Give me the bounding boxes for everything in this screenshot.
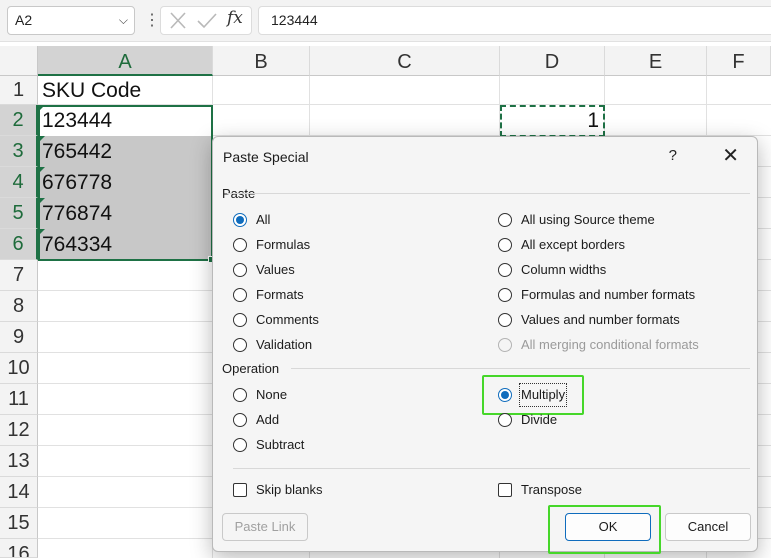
cancel-x-icon[interactable] <box>167 7 189 34</box>
radio-icon[interactable] <box>233 388 247 402</box>
selection-border <box>38 105 213 261</box>
formula-bar: A2 ⌵ ⋮ fx 123444 <box>0 0 771 42</box>
radio-icon[interactable] <box>498 313 512 327</box>
row-header-12[interactable]: 12 <box>0 415 38 446</box>
row-header-4[interactable]: 4 <box>0 167 38 198</box>
paste-option-formulas-number-formats[interactable]: Formulas and number formats <box>498 285 695 305</box>
row-header-3[interactable]: 3 <box>0 136 38 167</box>
dialog-title: Paste Special <box>223 149 309 165</box>
radio-icon[interactable] <box>233 238 247 252</box>
checkmark-icon[interactable] <box>195 7 219 34</box>
paste-option-values-number-formats[interactable]: Values and number formats <box>498 310 680 330</box>
name-box-value: A2 <box>15 12 33 28</box>
cell-a1[interactable]: SKU Code <box>38 76 213 105</box>
paste-option-formats[interactable]: Formats <box>233 285 304 305</box>
name-box[interactable]: A2 ⌵ <box>7 6 135 35</box>
radio-icon[interactable] <box>498 213 512 227</box>
paste-option-except-borders[interactable]: All except borders <box>498 235 625 255</box>
operation-option-none[interactable]: None <box>233 385 287 405</box>
radio-icon[interactable] <box>233 338 247 352</box>
column-header-e[interactable]: E <box>605 46 707 76</box>
paste-link-button: Paste Link <box>222 513 308 541</box>
ok-button[interactable]: OK <box>565 513 651 541</box>
radio-icon[interactable] <box>498 288 512 302</box>
column-header-f[interactable]: F <box>707 46 771 76</box>
column-header-b[interactable]: B <box>213 46 310 76</box>
radio-checked-icon[interactable] <box>233 213 247 227</box>
cancel-button[interactable]: Cancel <box>665 513 751 541</box>
row-header-16[interactable]: 16 <box>0 539 38 558</box>
paste-option-column-widths[interactable]: Column widths <box>498 260 606 280</box>
operation-option-subtract[interactable]: Subtract <box>233 435 304 455</box>
radio-icon[interactable] <box>498 238 512 252</box>
close-icon[interactable]: ✕ <box>722 143 739 168</box>
copy-marquee <box>500 105 605 137</box>
checkbox-icon[interactable] <box>498 483 512 497</box>
paste-special-dialog: Paste Special ? ✕ Paste All Formulas Val… <box>212 136 758 554</box>
formula-actions: fx <box>160 6 252 35</box>
row-header-13[interactable]: 13 <box>0 446 38 477</box>
operation-option-multiply[interactable]: Multiply <box>498 383 568 407</box>
row-header-8[interactable]: 8 <box>0 291 38 322</box>
paste-option-source-theme[interactable]: All using Source theme <box>498 210 655 230</box>
column-header-a[interactable]: A <box>38 46 213 76</box>
row-header-5[interactable]: 5 <box>0 198 38 229</box>
operation-option-divide[interactable]: Divide <box>498 410 557 430</box>
radio-checked-icon[interactable] <box>498 388 512 402</box>
row-header-14[interactable]: 14 <box>0 477 38 508</box>
paste-option-formulas[interactable]: Formulas <box>233 235 310 255</box>
select-all-corner[interactable] <box>0 46 38 76</box>
paste-option-all[interactable]: All <box>233 210 270 230</box>
formula-input[interactable]: 123444 <box>258 6 771 35</box>
radio-icon[interactable] <box>233 313 247 327</box>
chevron-down-icon[interactable]: ⌵ <box>119 7 128 34</box>
row-header-15[interactable]: 15 <box>0 508 38 539</box>
radio-icon[interactable] <box>498 263 512 277</box>
row-header-11[interactable]: 11 <box>0 384 38 415</box>
row-header-2[interactable]: 2 <box>0 105 38 136</box>
transpose-checkbox[interactable]: Transpose <box>498 480 582 500</box>
column-header-c[interactable]: C <box>310 46 500 76</box>
operation-group-label: Operation <box>222 361 280 376</box>
radio-icon[interactable] <box>233 438 247 452</box>
radio-icon[interactable] <box>233 413 247 427</box>
radio-icon[interactable] <box>498 413 512 427</box>
operation-option-add[interactable]: Add <box>233 410 279 430</box>
vertical-ellipsis-icon[interactable]: ⋮ <box>144 8 160 33</box>
row-header-7[interactable]: 7 <box>0 260 38 291</box>
paste-option-validation[interactable]: Validation <box>233 335 312 355</box>
paste-option-merging-conditional-formats: All merging conditional formats <box>498 335 699 355</box>
row-header-10[interactable]: 10 <box>0 353 38 384</box>
row-header-9[interactable]: 9 <box>0 322 38 353</box>
paste-option-values[interactable]: Values <box>233 260 295 280</box>
insert-function-icon[interactable]: fx <box>227 8 243 28</box>
radio-icon[interactable] <box>233 288 247 302</box>
radio-icon[interactable] <box>233 263 247 277</box>
checkbox-icon[interactable] <box>233 483 247 497</box>
column-header-d[interactable]: D <box>500 46 605 76</box>
row-header-6[interactable]: 6 <box>0 229 38 260</box>
skip-blanks-checkbox[interactable]: Skip blanks <box>233 480 322 500</box>
help-icon[interactable]: ? <box>669 147 677 164</box>
radio-disabled-icon <box>498 338 512 352</box>
paste-option-comments[interactable]: Comments <box>233 310 319 330</box>
row-header-1[interactable]: 1 <box>0 76 38 105</box>
